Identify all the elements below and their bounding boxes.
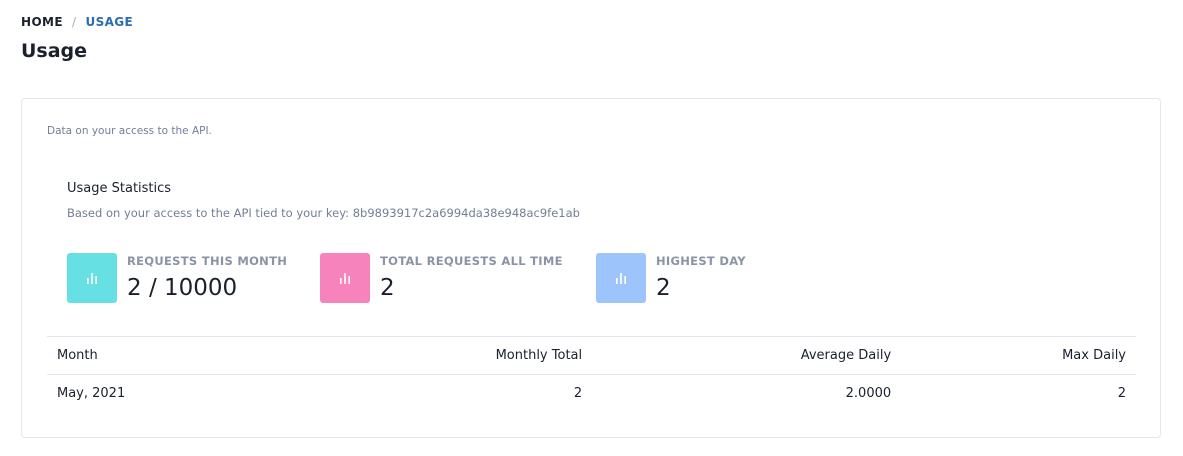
breadcrumb-separator: / bbox=[71, 15, 77, 29]
breadcrumb: HOME / USAGE bbox=[21, 15, 133, 29]
stat-value: 2 bbox=[380, 275, 395, 301]
column-header-month: Month bbox=[47, 336, 294, 375]
column-header-max-daily: Max Daily bbox=[901, 336, 1136, 375]
stat-label: HIGHEST DAY bbox=[656, 254, 746, 268]
usage-page: HOME / USAGE Usage Data on your access t… bbox=[0, 0, 1183, 456]
bar-chart-icon bbox=[320, 253, 370, 303]
breadcrumb-home-link[interactable]: HOME bbox=[21, 15, 63, 29]
stat-total-requests: TOTAL REQUESTS ALL TIME 2 bbox=[320, 253, 563, 303]
bar-chart-icon bbox=[67, 253, 117, 303]
stat-label: REQUESTS THIS MONTH bbox=[127, 254, 288, 268]
breadcrumb-current: USAGE bbox=[85, 15, 134, 29]
bar-chart-icon bbox=[596, 253, 646, 303]
stat-highest-day: HIGHEST DAY 2 bbox=[596, 253, 746, 303]
stat-value: 2 / 10000 bbox=[127, 275, 238, 301]
column-header-monthly-total: Monthly Total bbox=[293, 336, 593, 375]
usage-table: Month Monthly Total Average Daily Max Da… bbox=[47, 336, 1136, 413]
stats-subtitle: Based on your access to the API tied to … bbox=[67, 206, 580, 220]
cell-max-daily: 2 bbox=[1117, 386, 1126, 402]
table-row: May, 2021 2 2.0000 2 bbox=[47, 375, 1136, 413]
cell-average-daily: 2.0000 bbox=[845, 386, 892, 402]
table-header-row: Month Monthly Total Average Daily Max Da… bbox=[47, 336, 1136, 375]
cell-month: May, 2021 bbox=[57, 386, 126, 402]
page-title: Usage bbox=[21, 40, 88, 62]
usage-card: Data on your access to the API. Usage St… bbox=[21, 98, 1161, 438]
stat-label: TOTAL REQUESTS ALL TIME bbox=[380, 254, 563, 268]
cell-monthly-total: 2 bbox=[573, 386, 583, 402]
column-header-average-daily: Average Daily bbox=[592, 336, 902, 375]
card-description: Data on your access to the API. bbox=[47, 125, 212, 137]
stat-requests-this-month: REQUESTS THIS MONTH 2 / 10000 bbox=[67, 253, 287, 303]
stats-title: Usage Statistics bbox=[67, 181, 172, 196]
stat-value: 2 bbox=[656, 275, 671, 301]
